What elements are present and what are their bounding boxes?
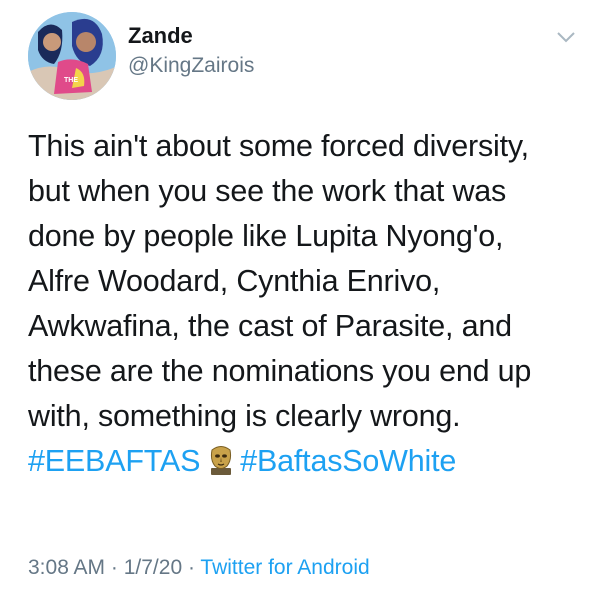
tweet-date[interactable]: 1/7/20 [124, 556, 182, 579]
chevron-down-icon[interactable] [556, 30, 576, 44]
tweet-text-line: these are the nominations you end up [28, 354, 532, 388]
user-handle[interactable]: @KingZairois [128, 52, 254, 80]
tweet-text-line: with, something is clearly wrong. [28, 399, 461, 433]
tweet-text-line: This ain't about some forced diversity, [28, 129, 529, 163]
bafta-mask-icon [208, 444, 234, 476]
tweet-text: This ain't about some forced diversity, … [28, 124, 584, 484]
tweet-meta: 3:08 AM · 1/7/20 · Twitter for Android [28, 556, 370, 580]
hashtag-line: #EEBAFTAS #BaftasSoWhite [28, 439, 584, 484]
display-name[interactable]: Zande [128, 22, 254, 50]
hashtag-baftassowhite[interactable]: #BaftasSoWhite [240, 444, 456, 478]
svg-text:THE: THE [64, 77, 78, 84]
tweet-time[interactable]: 3:08 AM [28, 556, 105, 579]
avatar[interactable]: THE [28, 12, 116, 100]
meta-separator: · [182, 556, 201, 579]
tweet-text-line: Awkwafina, the cast of Parasite, and [28, 309, 512, 343]
tweet-source-link[interactable]: Twitter for Android [200, 556, 369, 579]
tweet-text-line: but when you see the work that was [28, 174, 507, 208]
tweet-text-line: Alfre Woodard, Cynthia Enrivo, [28, 264, 441, 298]
author-block[interactable]: Zande @KingZairois [128, 22, 254, 80]
tweet-card: THE Zande @KingZairois This ain't about … [0, 0, 592, 600]
meta-separator: · [105, 556, 124, 579]
hashtag-eebaftas[interactable]: #EEBAFTAS [28, 444, 200, 478]
tweet-text-line: done by people like Lupita Nyong'o, [28, 219, 504, 253]
